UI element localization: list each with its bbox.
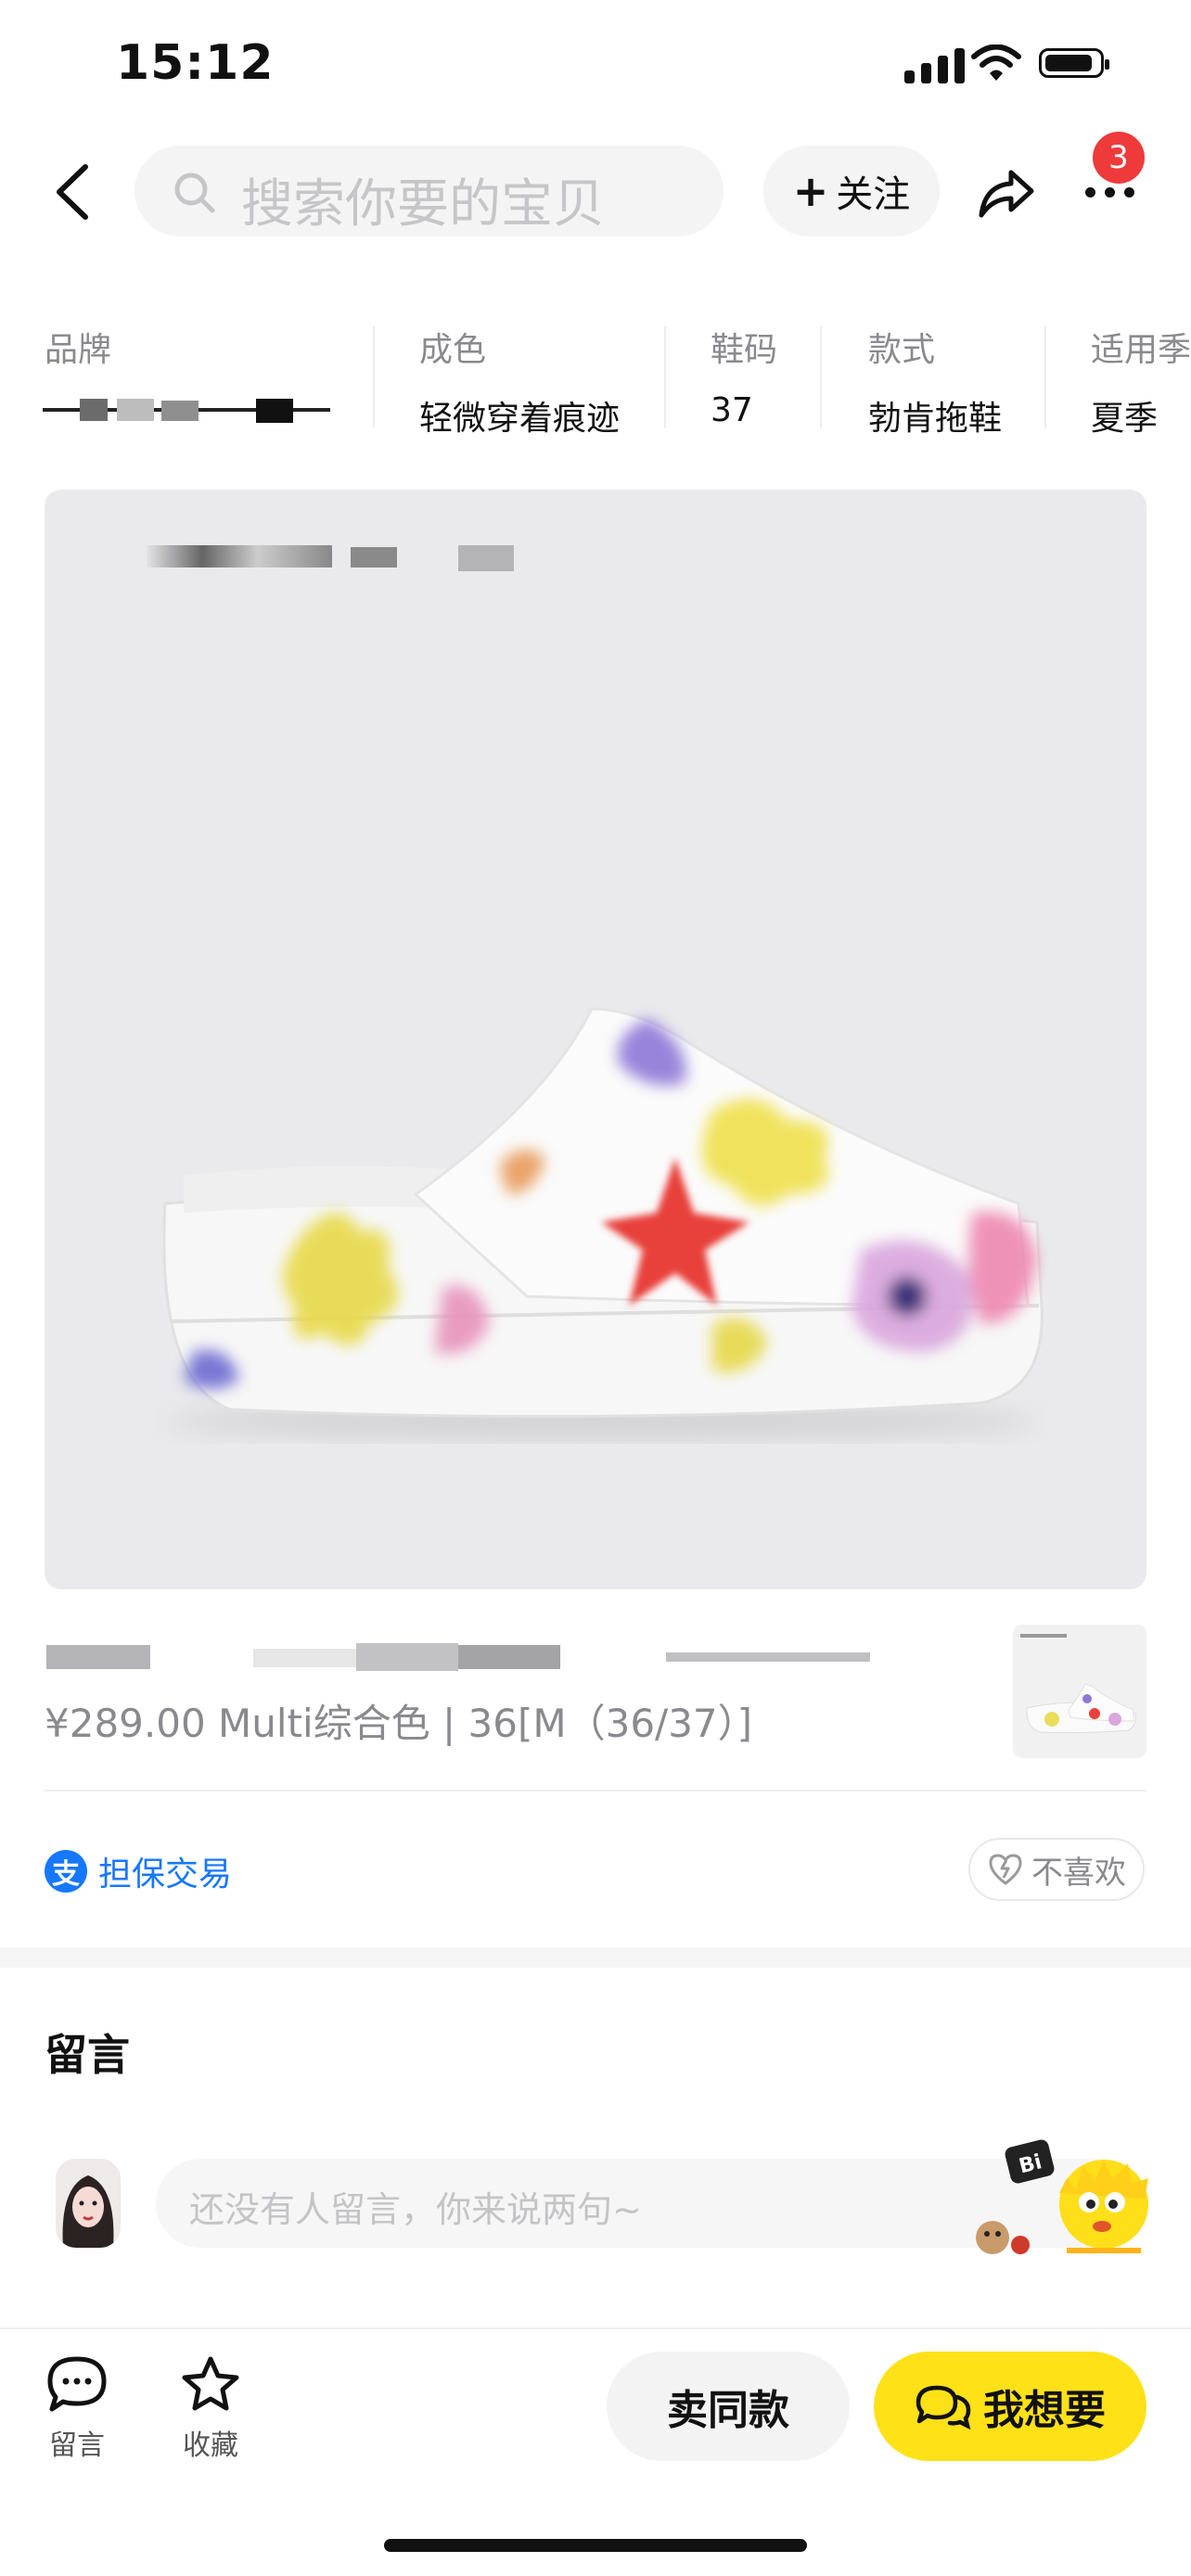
- slide-sandal-illustration: [162, 1007, 1044, 1440]
- follow-button[interactable]: + 关注: [763, 146, 940, 236]
- broken-heart-icon: [989, 1854, 1022, 1885]
- attr-style-label: 款式: [868, 331, 936, 369]
- sell-same-button[interactable]: 卖同款: [607, 2352, 850, 2461]
- search-icon: [172, 170, 218, 220]
- attr-divider: [1044, 326, 1046, 428]
- guarantee-trade-link[interactable]: 支 担保交易: [45, 1847, 232, 1895]
- comment-tab-label: 留言: [49, 2429, 105, 2462]
- mascot-sticker: Bi: [965, 2137, 1164, 2258]
- chat-icon: [916, 2385, 971, 2430]
- back-button[interactable]: [46, 159, 102, 224]
- attr-season-label: 适用季: [1091, 331, 1191, 369]
- search-placeholder: 搜索你要的宝贝: [241, 174, 605, 235]
- favorite-tab-label: 收藏: [183, 2429, 238, 2462]
- more-menu-button[interactable]: [1085, 187, 1134, 198]
- dislike-label: 不喜欢: [1031, 1854, 1126, 1892]
- guarantee-label: 担保交易: [98, 1855, 233, 1894]
- chat-bubble-icon: [47, 2356, 107, 2412]
- attr-divider: [820, 326, 822, 428]
- share-button[interactable]: [976, 165, 1037, 224]
- cellular-signal-icon: [904, 48, 965, 83]
- share-icon: [979, 170, 1034, 218]
- attr-size-value: 37: [711, 391, 753, 429]
- comments-title: 留言: [45, 2030, 130, 2080]
- home-indicator[interactable]: [384, 2539, 807, 2552]
- attr-brand-label: 品牌: [45, 331, 112, 369]
- price-description: ¥289.00 Multi综合色 | 36[M（36/37）]: [45, 1701, 753, 1746]
- attr-size-label: 鞋码: [711, 331, 778, 369]
- comment-placeholder: 还没有人留言，你来说两句~: [189, 2189, 642, 2230]
- star-icon: [182, 2356, 239, 2411]
- search-bar[interactable]: 搜索你要的宝贝: [134, 146, 724, 236]
- bottom-bar-divider: [0, 2327, 1191, 2329]
- comment-tab-button[interactable]: [46, 2355, 108, 2417]
- avatar: [56, 2159, 121, 2248]
- favorite-tab-button[interactable]: [180, 2355, 241, 2417]
- attr-brand-value-redacted: [43, 397, 330, 425]
- notification-badge: 3: [1093, 132, 1145, 184]
- plus-icon: +: [792, 166, 829, 216]
- attr-divider: [373, 326, 375, 428]
- attr-condition-label: 成色: [419, 331, 487, 369]
- attr-season-value: 夏季: [1091, 400, 1159, 438]
- dislike-button[interactable]: 不喜欢: [968, 1838, 1145, 1901]
- attr-condition-value: 轻微穿着痕迹: [419, 400, 621, 438]
- product-photo[interactable]: [45, 490, 1146, 1589]
- attr-divider: [664, 326, 666, 428]
- battery-icon: [1039, 48, 1109, 78]
- description-title-redacted: [45, 1641, 870, 1673]
- photo-thumbnail[interactable]: [1013, 1625, 1146, 1758]
- status-time: 15:12: [116, 35, 275, 91]
- want-button[interactable]: 我想要: [874, 2352, 1146, 2461]
- wifi-icon: [971, 44, 1021, 85]
- section-divider: [45, 1790, 1146, 1792]
- want-label: 我想要: [983, 2387, 1106, 2434]
- sell-same-label: 卖同款: [667, 2387, 789, 2434]
- alipay-icon: 支: [45, 1850, 87, 1893]
- follow-label: 关注: [836, 173, 911, 216]
- chevron-left-icon: [57, 164, 88, 220]
- section-gap: [0, 1947, 1191, 1968]
- attr-style-value: 勃肯拖鞋: [868, 400, 1003, 438]
